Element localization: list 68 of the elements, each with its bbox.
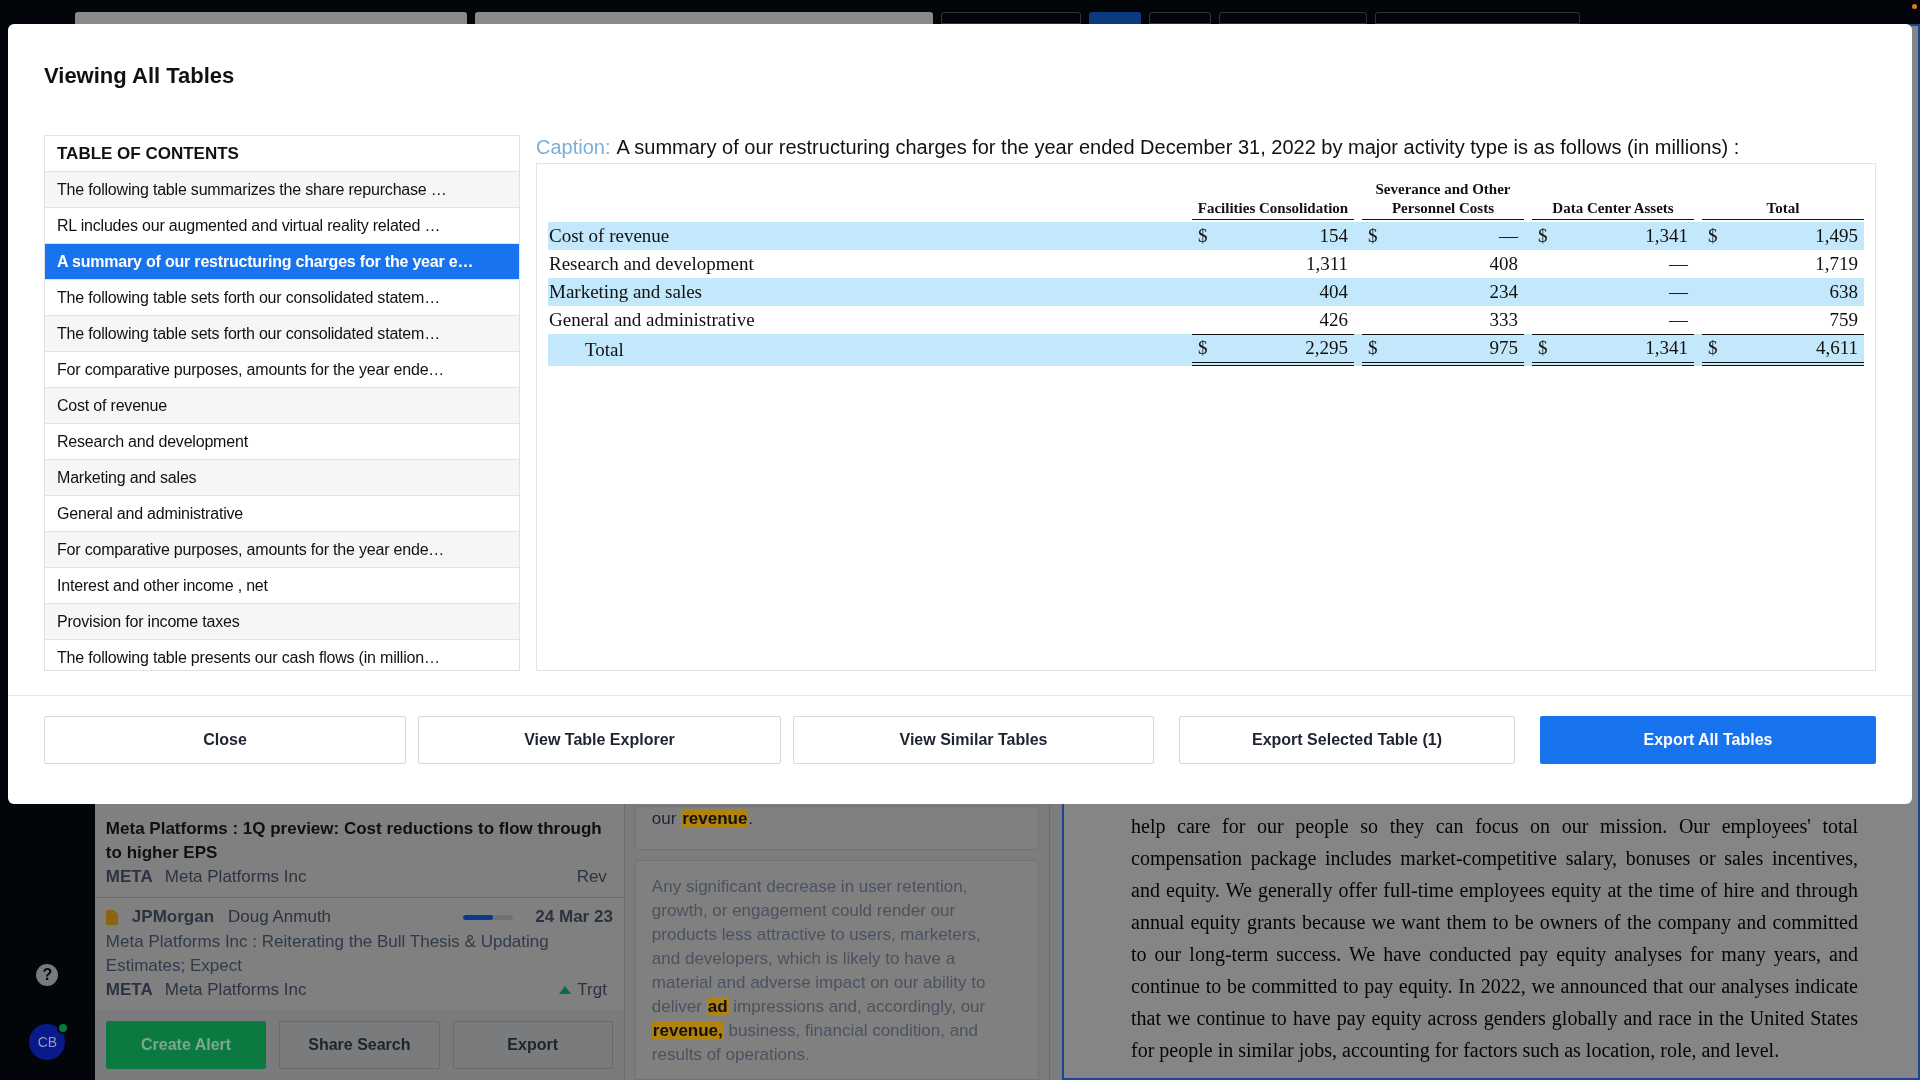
- company-name: Meta Platforms Inc: [164, 866, 307, 888]
- up-triangle-icon: [559, 986, 572, 994]
- background-tab[interactable]: [75, 12, 467, 24]
- toc-item[interactable]: For comparative purposes, amounts for the year ende…: [45, 532, 519, 568]
- row-label: Marketing and sales: [548, 279, 703, 304]
- user-avatar[interactable]: CB: [29, 1024, 66, 1060]
- toc-item[interactable]: Marketing and sales: [45, 460, 519, 496]
- background-tab[interactable]: [1375, 12, 1580, 24]
- help-button[interactable]: ?: [36, 964, 59, 986]
- dialog-button[interactable]: Close: [44, 716, 406, 764]
- action-button[interactable]: Share Search: [279, 1021, 440, 1069]
- dialog-button[interactable]: View Table Explorer: [418, 716, 781, 764]
- background-tab[interactable]: [1089, 12, 1141, 24]
- value-cell-text: —: [1668, 279, 1689, 304]
- value-cell-text: —: [1668, 307, 1689, 332]
- ticker: META: [105, 866, 153, 888]
- value-cell-text: 408: [1488, 251, 1519, 276]
- document-paragraph: help care for our people so they can focus on our mission. Our employees' total compensation package includes market-competitive salary, bonuses or sales incentives, and equity. We generally offer full-time employees equity at the time of hire and through annual equity grants because we want them to be owners of the company and committed to our long-term success. We have conducted pay equity analyses for many years, and continue to be committed to pay equity. In 2022, we announced that our analyses indicate that we continue to have pay equity across genders globally and race in the United States for people in similar jobs, accounting for factors such as location, role, and level.: [1131, 814, 1858, 1064]
- value-cell-text: $ 154: [1197, 223, 1349, 248]
- column-header: Severance and Other Personnel Costs: [1362, 180, 1524, 220]
- column-header: Facilities Consolidation: [1192, 199, 1354, 220]
- value-cell-text: 333: [1488, 307, 1519, 332]
- toc-item[interactable]: A summary of our restructuring charges for the year e…: [45, 244, 519, 280]
- caption-text: A summary of our restructuring charges for the year ended December 31, 2022 by major activity type is as follows (in millions) :: [616, 135, 1740, 159]
- toc-item[interactable]: Provision for income taxes: [45, 604, 519, 640]
- company-name: Meta Platforms Inc: [164, 979, 307, 1001]
- document-icon: [105, 909, 118, 925]
- change-tag: Rev: [576, 865, 607, 889]
- toc-item[interactable]: Cost of revenue: [45, 388, 519, 424]
- row-label: General and administrative: [548, 307, 756, 332]
- broker-name: JPMorgan: [131, 906, 215, 929]
- change-tag: Trgt: [577, 978, 607, 1002]
- value-cell: $ 1,341: [1532, 334, 1694, 366]
- action-button[interactable]: Export: [452, 1021, 613, 1069]
- caption-label: Caption:: [536, 135, 611, 159]
- background-tab[interactable]: [475, 12, 933, 24]
- row-label: Cost of revenue: [548, 223, 671, 248]
- value-cell-text: 638: [1828, 279, 1859, 304]
- value-cell-text: 404: [1318, 279, 1349, 304]
- ticker: META: [105, 979, 153, 1001]
- dialog-button[interactable]: View Similar Tables: [793, 716, 1154, 764]
- value-cell-text: 426: [1318, 307, 1349, 332]
- column-header: Data Center Assets: [1532, 199, 1694, 220]
- value-cell-text: $ 1,341: [1537, 223, 1689, 248]
- value-cell: $ 4,611: [1702, 334, 1864, 366]
- report-title[interactable]: Meta Platforms : 1Q preview: Cost reductions to flow through to higher EPS: [105, 817, 613, 865]
- toc-item[interactable]: The following table summarizes the share repurchase …: [45, 172, 519, 208]
- dialog-button[interactable]: Export All Tables: [1540, 716, 1876, 764]
- value-cell-text: —: [1668, 251, 1689, 276]
- value-cell-text: $ —: [1367, 223, 1519, 248]
- snippet-text: our revenue.: [651, 808, 755, 830]
- value-cell-text: 1,719: [1814, 251, 1859, 276]
- value-cell-text: 1,311: [1304, 251, 1349, 276]
- value-cell-text: 234: [1488, 279, 1519, 304]
- toc-item[interactable]: The following table sets forth our consolidated statem…: [45, 316, 519, 352]
- row-label: Research and development: [548, 251, 755, 276]
- dialog-title: Viewing All Tables: [44, 63, 236, 89]
- value-cell-text: $ 1,495: [1707, 223, 1859, 248]
- row-label: Total: [584, 337, 625, 362]
- report-date: 24 Mar 23: [535, 906, 613, 929]
- value-cell: $ 975: [1362, 334, 1524, 366]
- column-header: Total: [1702, 199, 1864, 220]
- value-cell-text: 759: [1828, 307, 1859, 332]
- value-cell: $ 2,295: [1192, 334, 1354, 366]
- background-tab[interactable]: [1219, 12, 1367, 24]
- background-tab[interactable]: [941, 12, 1081, 24]
- dialog-button[interactable]: Export Selected Table (1): [1179, 716, 1515, 764]
- analyst-name: Doug Anmuth: [228, 906, 332, 929]
